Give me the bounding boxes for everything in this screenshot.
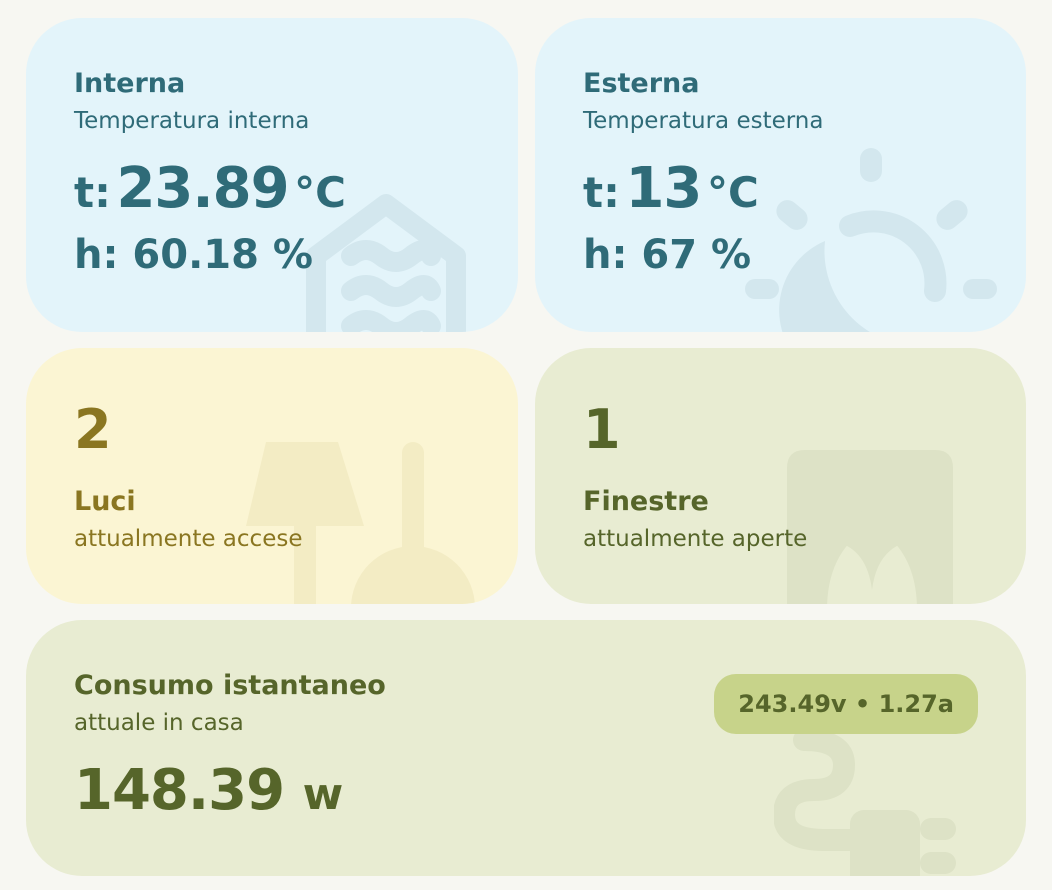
card-title: Finestre <box>583 486 709 517</box>
lamp-icon <box>246 442 475 604</box>
voltage-current-badge: 243.49v • 1.27a <box>714 674 978 734</box>
lights-count: 2 <box>74 398 112 461</box>
humidity-unit: % <box>272 232 313 278</box>
card-title: Luci <box>74 486 136 517</box>
humidity-value: 60.18 <box>132 232 259 278</box>
card-subtitle: Temperatura esterna <box>583 108 824 134</box>
humidity-label: h: <box>74 232 119 278</box>
windows-card[interactable]: 1 Finestre attualmente aperte <box>535 348 1026 604</box>
power-unit: w <box>302 769 344 820</box>
humidity-reading: h: 60.18 % <box>74 232 313 278</box>
humidity-label: h: <box>583 232 628 278</box>
humidity-reading: h: 67 % <box>583 232 751 278</box>
card-subtitle: attualmente accese <box>74 526 303 552</box>
power-consumption-card[interactable]: Consumo istantaneo attuale in casa 243.4… <box>26 620 1026 876</box>
card-subtitle: attuale in casa <box>74 710 244 736</box>
power-value: 148.39 <box>74 758 285 823</box>
temperature-label: t: <box>74 168 111 217</box>
external-temperature-card[interactable]: Esterna Temperatura esterna t: 13 °C h: … <box>535 18 1026 332</box>
power-plug-icon <box>774 730 956 876</box>
card-title: Interna <box>74 68 186 99</box>
humidity-unit: % <box>711 232 752 278</box>
windows-count: 1 <box>583 398 621 461</box>
window-curtains-icon <box>787 450 953 604</box>
temperature-unit: °C <box>706 168 759 217</box>
temperature-reading: t: 23.89 °C <box>74 156 346 221</box>
card-subtitle: attualmente aperte <box>583 526 808 552</box>
lights-card[interactable]: 2 Luci attualmente accese <box>26 348 518 604</box>
card-subtitle: Temperatura interna <box>74 108 310 134</box>
temperature-reading: t: 13 °C <box>583 156 759 221</box>
internal-temperature-card[interactable]: Interna Temperatura interna t: 23.89 °C … <box>26 18 518 332</box>
weather-sun-moon-icon <box>745 148 997 332</box>
temperature-value: 13 <box>625 156 702 221</box>
card-title: Esterna <box>583 68 700 99</box>
card-title: Consumo istantaneo <box>74 670 386 701</box>
temperature-value: 23.89 <box>116 156 289 221</box>
humidity-value: 67 <box>641 232 698 278</box>
temperature-label: t: <box>583 168 620 217</box>
power-reading: 148.39 w <box>74 758 344 823</box>
temperature-unit: °C <box>294 168 346 217</box>
